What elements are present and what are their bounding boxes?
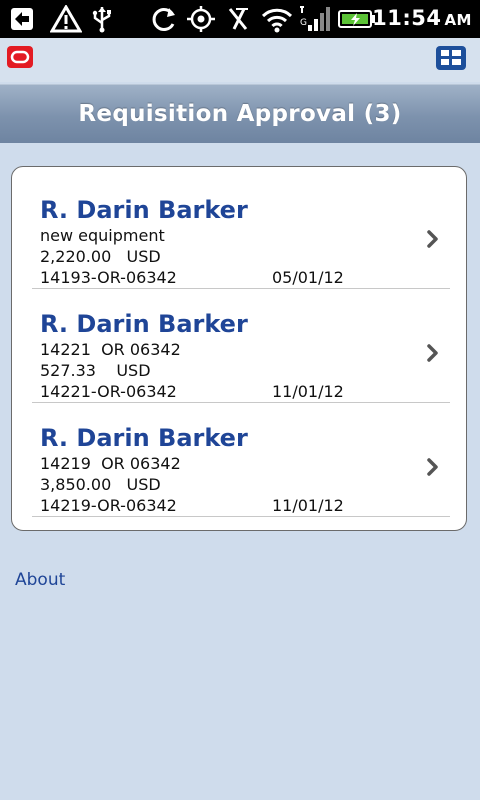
- list-item[interactable]: R. Darin Barker 14221 OR 06342 527.33 US…: [32, 288, 450, 403]
- usb-icon: [92, 7, 111, 33]
- app-bar: [0, 38, 480, 82]
- requisition-number: 14221-OR-06342: [40, 382, 177, 401]
- requisition-list: R. Darin Barker new equipment 2,220.00 U…: [11, 166, 467, 531]
- clock-time: 11:54 AM: [372, 6, 472, 30]
- oracle-logo-icon[interactable]: [7, 46, 33, 68]
- requisition-amount: 527.33 USD: [40, 361, 151, 380]
- gps-icon: [187, 6, 215, 32]
- chevron-right-icon: [427, 344, 438, 362]
- signal-icon: G: [300, 6, 330, 31]
- about-link[interactable]: About: [15, 570, 65, 590]
- requisition-description: 14219 OR 06342: [40, 454, 181, 473]
- wifi-icon: [261, 8, 293, 33]
- chevron-right-icon: [427, 458, 438, 476]
- requisition-number: 14193-OR-06342: [40, 268, 177, 287]
- page-title: Requisition Approval (3): [78, 101, 402, 127]
- chevron-right-icon: [427, 230, 438, 248]
- requisition-number: 14219-OR-06342: [40, 496, 177, 515]
- requisition-description: new equipment: [40, 226, 165, 245]
- requester-name: R. Darin Barker: [40, 196, 248, 224]
- requisition-date: 05/01/12: [272, 268, 344, 287]
- requester-name: R. Darin Barker: [40, 424, 248, 452]
- requisition-amount: 2,220.00 USD: [40, 247, 161, 266]
- requester-name: R. Darin Barker: [40, 310, 248, 338]
- sync-icon: [152, 8, 175, 31]
- battery-charging-icon: [338, 10, 375, 28]
- requisition-amount: 3,850.00 USD: [40, 475, 161, 494]
- grid-menu-icon[interactable]: [436, 46, 466, 70]
- title-bar: Requisition Approval (3): [0, 84, 480, 143]
- status-bar: G 11:54 AM: [0, 0, 480, 38]
- requisition-date: 11/01/12: [272, 496, 344, 515]
- list-item[interactable]: R. Darin Barker 14219 OR 06342 3,850.00 …: [32, 402, 450, 517]
- back-arrow-icon: [11, 8, 33, 30]
- requisition-date: 11/01/12: [272, 382, 344, 401]
- vibrate-off-icon: [228, 8, 248, 30]
- list-item[interactable]: R. Darin Barker new equipment 2,220.00 U…: [32, 174, 450, 289]
- svg-text:G: G: [300, 18, 307, 28]
- requisition-description: 14221 OR 06342: [40, 340, 181, 359]
- warning-icon: [50, 5, 82, 33]
